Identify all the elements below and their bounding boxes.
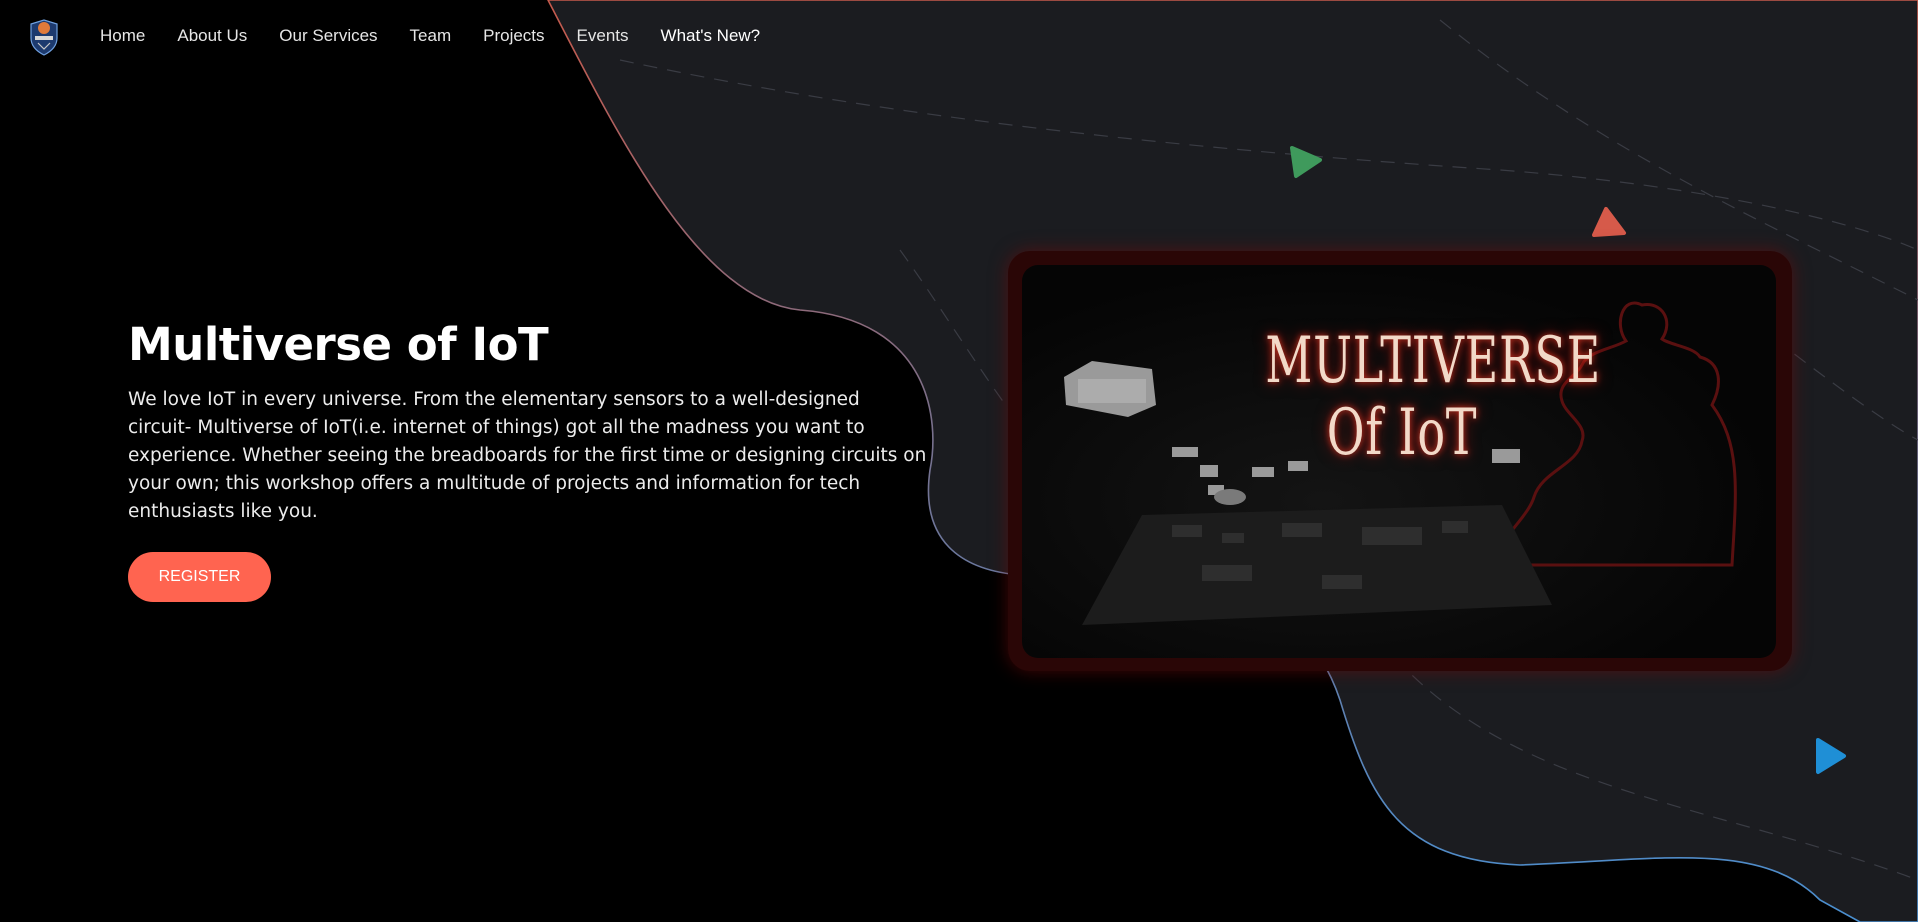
hero-description: We love IoT in every universe. From the … xyxy=(128,389,927,522)
page: Home About Us Our Services Team Projects… xyxy=(0,0,1918,922)
logo-icon[interactable] xyxy=(28,16,60,56)
red-triangle-icon xyxy=(1592,207,1626,237)
nav-about-us[interactable]: About Us xyxy=(177,26,247,46)
poster-title-line1: MULTIVERSE xyxy=(1265,324,1602,398)
nav-our-services[interactable]: Our Services xyxy=(279,26,377,46)
event-poster[interactable]: MULTIVERSE Of IoT xyxy=(1022,265,1776,658)
green-triangle-icon xyxy=(1290,146,1322,178)
nav-links: Home About Us Our Services Team Projects… xyxy=(100,26,792,46)
nav-home[interactable]: Home xyxy=(100,26,145,46)
hero-title: Multiverse of IoT xyxy=(128,318,549,371)
poster-title: MULTIVERSE Of IoT xyxy=(1265,324,1602,470)
blue-triangle-icon xyxy=(1816,738,1846,774)
navbar: Home About Us Our Services Team Projects… xyxy=(0,0,1918,75)
register-button[interactable]: REGISTER xyxy=(128,552,271,602)
nav-events[interactable]: Events xyxy=(577,26,629,46)
nav-whats-new[interactable]: What's New? xyxy=(661,26,761,46)
nav-team[interactable]: Team xyxy=(410,26,452,46)
nav-projects[interactable]: Projects xyxy=(483,26,544,46)
poster-title-line2: Of IoT xyxy=(1326,396,1478,470)
